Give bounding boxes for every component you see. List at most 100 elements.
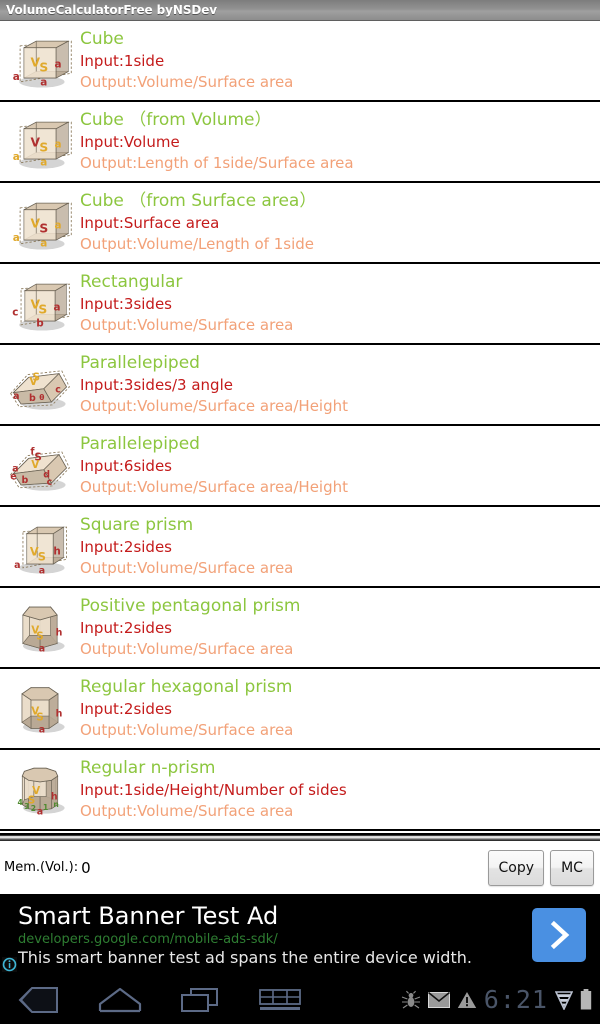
list-item[interactable]: V Sh a Positive pentagonal prism Input:2side… [0, 588, 600, 669]
svg-text:b: b [29, 393, 36, 404]
list-item-text: Square prism Input:2sides Output:Volume/Su… [78, 514, 600, 579]
list-item[interactable]: S Va e b d c f Parallelepiped Input:6sides Output… [0, 426, 600, 507]
list-item[interactable]: V Sa a a Cube （from Surface area） Input:Surfa… [0, 183, 600, 264]
app-title: VolumeCalculatorFree byNSDev [6, 3, 217, 17]
list-item[interactable]: V Sa b c θ Parallelepiped Input:3sides/3 angle… [0, 345, 600, 426]
list-item-title: Square prism [80, 515, 194, 535]
bug-icon [401, 990, 421, 1010]
list-item-input: Input:2sides [80, 700, 172, 718]
square-prism-icon: VShaa [2, 509, 78, 585]
shape-list[interactable]: V Sa a a Cube Input:1side Output:Volume/Surfac… [0, 21, 600, 833]
list-item-title: Regular n-prism [80, 758, 216, 778]
list-item-text: Regular n-prism Input:1side/Height/Number… [78, 757, 600, 822]
svg-text:V: V [31, 458, 39, 470]
battery-icon [580, 989, 592, 1010]
status-icon-area: 6:21 [401, 975, 596, 1024]
back-button[interactable] [0, 975, 80, 1024]
warning-icon [457, 991, 477, 1009]
svg-text:c: c [47, 476, 53, 487]
svg-text:h: h [56, 627, 63, 638]
list-item[interactable]: V Sh a a Square prism Input:2sides Output:Volu… [0, 507, 600, 588]
memory-value: 0 [81, 858, 91, 877]
list-item[interactable]: V Sh a Regular hexagonal prism Input:2sides O… [0, 669, 600, 750]
list-item-text: Cube （from Surface area） Input:Surface ar… [78, 190, 600, 255]
list-item-input: Input:6sides [80, 457, 172, 475]
svg-text:a: a [39, 565, 45, 576]
n-prism-icon: VSha4321n [2, 752, 78, 828]
list-item-input: Input:3sides [80, 295, 172, 313]
signal-icon [555, 990, 573, 1010]
cube-from-volume-icon: VSaaa [2, 104, 78, 180]
pentagonal-prism-icon: VSha [2, 590, 78, 666]
android-navigation-bar: 6:21 [0, 975, 600, 1024]
list-item[interactable]: V Sa c b Rectangular Input:3sides Output:Volum… [0, 264, 600, 345]
copy-button[interactable]: Copy [488, 849, 544, 886]
svg-text:a: a [39, 643, 45, 654]
recent-apps-icon [181, 987, 218, 1012]
keyboard-button[interactable] [240, 975, 320, 1024]
svg-text:a: a [54, 58, 61, 70]
svg-text:a: a [54, 219, 61, 231]
svg-text:S: S [39, 60, 48, 74]
list-item-input: Input:1side/Height/Number of sides [80, 781, 347, 799]
list-item-input: Input:Volume [80, 133, 180, 151]
svg-text:S: S [32, 371, 40, 383]
list-item-output: Output:Volume/Surface area/Height [80, 397, 349, 415]
recent-apps-button[interactable] [160, 975, 240, 1024]
memory-bar: Mem.(Vol.): 0 Copy MC [0, 841, 600, 894]
list-item-text: Cube Input:1side Output:Volume/Surface are… [78, 28, 600, 93]
list-bottom-divider [0, 833, 600, 841]
svg-text:n: n [53, 800, 58, 809]
list-item[interactable]: V Sa a a Cube （from Volume） Input:Volume Outpu… [0, 102, 600, 183]
list-item-title: Cube （from Volume） [80, 110, 272, 130]
list-item-text: Positive pentagonal prism Input:2sides Out… [78, 595, 600, 660]
back-arrow-icon [18, 986, 58, 1013]
list-item-input: Input:1side [80, 52, 165, 70]
list-item-output: Output:Length of 1side/Surface area [80, 154, 354, 172]
mc-button[interactable]: MC [550, 849, 594, 886]
ad-info-icon[interactable] [2, 957, 17, 972]
svg-text:S: S [36, 630, 44, 642]
svg-text:b: b [36, 317, 43, 329]
svg-text:e: e [10, 471, 16, 482]
parallelepiped-6side-icon: SVaebdcf [2, 428, 78, 504]
ad-body-text: This smart banner test ad spans the enti… [18, 947, 472, 967]
list-item-title: Positive pentagonal prism [80, 596, 301, 616]
rectangular-icon: VSacb [2, 266, 78, 342]
list-item-input: Input:2sides [80, 619, 172, 637]
svg-text:a: a [13, 70, 20, 82]
hexagonal-prism-icon: VSha [2, 671, 78, 747]
info-circle-icon [2, 957, 17, 972]
keyboard-icon [259, 988, 301, 1010]
svg-text:a: a [40, 156, 47, 168]
cube-icon: VSaaa [2, 23, 78, 99]
list-item-title: Regular hexagonal prism [80, 677, 293, 697]
ad-banner[interactable]: Smart Banner Test Ad developers.google.c… [0, 894, 600, 975]
list-item-text: Rectangular Input:3sides Output:Volume/Sur… [78, 271, 600, 336]
list-item-output: Output:Volume/Surface area [80, 559, 294, 577]
svg-text:S: S [36, 711, 44, 723]
list-item[interactable]: V Sh a 4 3 2 1 n Regular n-prism Input:1side/Heig… [0, 750, 600, 831]
ad-cta-button[interactable] [532, 908, 586, 962]
chevron-right-icon [550, 920, 570, 950]
email-icon [427, 991, 450, 1008]
svg-text:a: a [14, 559, 20, 570]
svg-text:a: a [39, 724, 45, 735]
cube-from-surface-icon: VSaaa [2, 185, 78, 261]
list-item-output: Output:Volume/Surface area [80, 316, 294, 334]
svg-text:1: 1 [43, 802, 48, 811]
svg-text:c: c [55, 384, 61, 395]
list-item-title: Rectangular [80, 272, 183, 292]
list-item-output: Output:Volume/Surface area [80, 802, 294, 820]
svg-text:h: h [56, 708, 63, 719]
ad-headline: Smart Banner Test Ad [18, 901, 279, 930]
svg-text:4: 4 [17, 798, 22, 807]
list-item[interactable]: V Sa a a Cube Input:1side Output:Volume/Surfac… [0, 21, 600, 102]
svg-text:a: a [13, 232, 20, 244]
list-item-title: Parallelepiped [80, 353, 200, 373]
svg-text:a: a [40, 76, 47, 88]
home-button[interactable] [80, 975, 160, 1024]
svg-text:a: a [13, 391, 19, 402]
svg-text:θ: θ [39, 393, 44, 402]
status-clock: 6:21 [483, 985, 548, 1014]
